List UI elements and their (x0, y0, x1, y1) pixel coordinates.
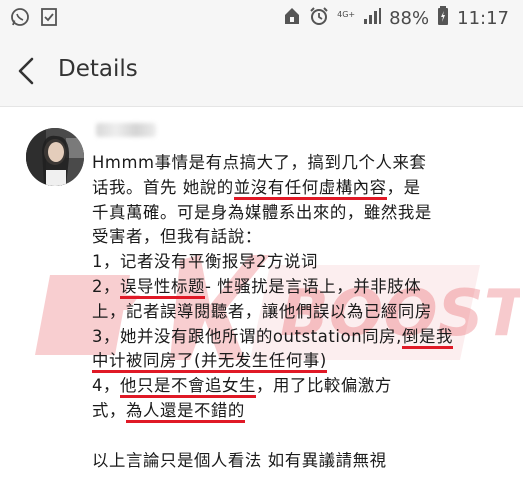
alarm-icon (309, 6, 329, 31)
post-text: 话我。首先 她說的 (92, 177, 234, 197)
post-text: ，是 (386, 177, 421, 197)
checklist-icon (40, 7, 58, 31)
network-label: 4G+ (337, 10, 356, 19)
highlighted-text: 為人還是不錯的 (125, 400, 245, 423)
post-text: 1，记者没有平衡报导2方说词 (92, 252, 318, 272)
highlighted-text: 倒是我 (401, 326, 453, 349)
post-text: - 性骚扰是言语上，并非肢体 (204, 276, 422, 296)
post-text: 以上言論只是個人看法 如有異議請無視 (92, 450, 387, 470)
post-line: 中计被同房了(并无发生任何事) (92, 349, 504, 374)
notification-icons (10, 7, 58, 31)
post-line: 以上言論只是個人看法 如有異議請無視 (92, 449, 504, 474)
post-text: 式， (92, 400, 126, 420)
username-blurred (96, 123, 156, 137)
post-text: 2， (92, 276, 121, 296)
post-text: ，用了比較偏激方 (255, 376, 392, 396)
status-bar: 4G+ 88% 11:17 (0, 0, 523, 36)
post-line: 受害者，但我有話說： (92, 225, 504, 250)
post-line: 上，記者誤導閱聽者，讓他們誤以為已經同房 (92, 300, 504, 325)
chevron-left-icon (18, 57, 34, 85)
post-text: 上，記者誤導閱聽者，讓他們誤以為已經同房 (92, 301, 432, 321)
battery-icon (437, 6, 449, 31)
page-title: Details (58, 56, 138, 82)
whatsapp-icon (10, 7, 30, 31)
post-text: 3，她并没有跟他所谓的outstation同房, (92, 326, 402, 346)
post-line: 4，他只是不會追女生，用了比較偏激方 (92, 374, 504, 399)
post-text: 千真萬確。可是身為媒體系出來的，雖然我是 (92, 202, 432, 222)
avatar[interactable] (26, 128, 84, 186)
post-line: 2，误导性标题- 性骚扰是言语上，并非肢体 (92, 275, 504, 300)
battery-percent: 88% (389, 8, 430, 29)
post-line: 千真萬確。可是身為媒體系出來的，雖然我是 (92, 201, 504, 226)
app-bar: Details (0, 36, 523, 107)
highlighted-text: 误导性标题 (120, 276, 205, 299)
signal-icon (363, 7, 382, 30)
highlighted-text: 並沒有任何虛構內容 (233, 177, 387, 200)
post-text: Hmmm事情是有点搞大了，搞到几个人来套 (92, 153, 427, 172)
highlighted-text: 中计被同房了(并无发生任何事) (92, 351, 327, 374)
post-text: 受害者，但我有話說： (92, 227, 262, 247)
clock: 11:17 (457, 8, 509, 29)
post-line: 话我。首先 她說的並沒有任何虛構內容，是 (92, 176, 504, 201)
back-button[interactable] (12, 54, 42, 88)
post-content: Hmmm事情是有点搞大了，搞到几个人来套 话我。首先 她說的並沒有任何虛構內容，是… (92, 151, 504, 473)
post-line: Hmmm事情是有点搞大了，搞到几个人来套 (92, 151, 504, 176)
post-line: 3，她并没有跟他所谓的outstation同房,倒是我 (92, 325, 504, 350)
post-text: 4， (92, 376, 121, 396)
highlighted-text: 他只是不會追女生 (120, 376, 256, 399)
post-line: 1，记者没有平衡报导2方说词 (92, 250, 504, 275)
post-line: 式，為人還是不錯的 (92, 399, 504, 424)
lock-home-icon (283, 6, 301, 31)
